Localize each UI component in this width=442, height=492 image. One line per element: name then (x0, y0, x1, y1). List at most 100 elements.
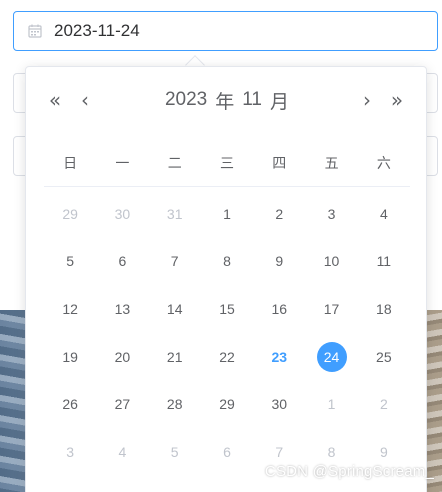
weekday-label: 三 (219, 155, 234, 171)
date-cell[interactable]: 11 (358, 238, 410, 286)
date-number: 5 (170, 443, 179, 460)
date-cell[interactable]: 1 (201, 190, 253, 238)
date-cell[interactable]: 2 (358, 380, 410, 428)
date-number: 20 (114, 348, 131, 365)
date-cell[interactable]: 19 (44, 333, 96, 381)
next-month-button[interactable]: › (356, 85, 378, 115)
date-cell[interactable]: 4 (96, 428, 148, 476)
date-cell[interactable]: 7 (149, 238, 201, 286)
date-number: 15 (219, 300, 235, 317)
date-number: 30 (271, 396, 288, 413)
date-number: 24 (316, 341, 347, 372)
date-number: 16 (271, 300, 288, 317)
date-cell[interactable]: 15 (201, 285, 253, 333)
prev-month-button[interactable]: ‹ (74, 85, 96, 115)
date-number: 2 (379, 396, 388, 413)
date-cell[interactable]: 29 (201, 380, 253, 428)
weekday-label: 日 (63, 155, 78, 171)
date-number: 4 (118, 443, 127, 460)
date-cell[interactable]: 6 (96, 238, 148, 286)
date-number: 17 (323, 300, 340, 317)
date-cell[interactable]: 16 (253, 285, 305, 333)
date-number: 11 (376, 253, 392, 270)
picker-header: « ‹ 2023 年 11 月 › » (26, 85, 428, 115)
date-number: 27 (114, 396, 131, 413)
date-number: 31 (166, 205, 183, 222)
prev-year-button[interactable]: « (44, 85, 66, 115)
date-number: 8 (223, 253, 231, 270)
weekday-label: 四 (272, 155, 287, 171)
date-number: 3 (66, 443, 75, 460)
date-cell[interactable]: 12 (44, 285, 96, 333)
date-cell[interactable]: 3 (44, 428, 96, 476)
date-cell[interactable]: 9 (253, 238, 305, 286)
date-number: 23 (271, 348, 288, 365)
date-cell[interactable]: 22 (201, 333, 253, 381)
date-number: 29 (62, 205, 78, 222)
date-cell[interactable]: 14 (149, 285, 201, 333)
date-number: 21 (166, 348, 183, 365)
date-number: 28 (166, 396, 183, 413)
date-picker-panel: « ‹ 2023 年 11 月 › » 日一二三四五六 29 30 31 1 2 3 4 5 6… (25, 66, 427, 492)
month-unit: 月 (270, 91, 290, 113)
date-number: 29 (219, 396, 235, 413)
weekday-label: 二 (167, 155, 182, 171)
date-number: 3 (327, 205, 336, 222)
date-number: 30 (114, 205, 131, 222)
date-number: 13 (114, 300, 131, 317)
date-cell[interactable]: 18 (358, 285, 410, 333)
date-number: 14 (166, 300, 183, 317)
weekday-label: 六 (376, 155, 391, 171)
weekday-label: 五 (324, 155, 339, 171)
date-number: 26 (62, 396, 78, 413)
date-cell[interactable]: 27 (96, 380, 148, 428)
date-input[interactable]: 2023-11-24 (13, 11, 438, 51)
date-cell[interactable]: 10 (305, 238, 357, 286)
date-cell[interactable]: 29 (44, 190, 96, 238)
date-number: 5 (66, 253, 75, 270)
date-number: 10 (323, 253, 340, 270)
date-number: 7 (170, 253, 179, 270)
date-number: 9 (275, 253, 284, 270)
date-number: 2 (275, 205, 284, 222)
date-number: 22 (219, 348, 235, 365)
date-cell[interactable]: 21 (149, 333, 201, 381)
date-cell[interactable]: 24 (305, 333, 357, 381)
date-number: 1 (223, 205, 231, 222)
year-unit: 年 (215, 91, 235, 113)
date-cell[interactable]: 4 (358, 190, 410, 238)
next-year-button[interactable]: » (386, 85, 408, 115)
date-cell[interactable]: 28 (149, 380, 201, 428)
date-cell[interactable]: 31 (149, 190, 201, 238)
date-number: 1 (327, 396, 336, 413)
screen: 2023-11-24 « ‹ 2023 年 11 月 › » 日一二三四五六 2… (0, 0, 442, 492)
weekday-header: 日一二三四五六 (44, 151, 410, 187)
watermark: CSDN @SpringScream_ (264, 463, 434, 480)
calendar-icon (28, 24, 42, 38)
date-cell[interactable]: 20 (96, 333, 148, 381)
date-grid: 29 30 31 1 2 3 4 5 6 7 8 9 10 11 12 13 14 15 16 17 18 19 20 21 2… (44, 190, 410, 476)
date-cell[interactable]: 13 (96, 285, 148, 333)
date-cell[interactable]: 30 (253, 380, 305, 428)
date-cell[interactable]: 8 (201, 238, 253, 286)
date-cell[interactable]: 17 (305, 285, 357, 333)
date-input-value: 2023-11-24 (54, 21, 140, 40)
weekday-label: 一 (115, 155, 130, 171)
date-cell[interactable]: 5 (149, 428, 201, 476)
date-cell[interactable]: 30 (96, 190, 148, 238)
date-cell[interactable]: 25 (358, 333, 410, 381)
month-label[interactable]: 11 (242, 89, 262, 111)
date-cell[interactable]: 23 (253, 333, 305, 381)
date-number: 4 (379, 205, 388, 222)
date-cell[interactable]: 5 (44, 238, 96, 286)
date-cell[interactable]: 26 (44, 380, 96, 428)
date-number: 25 (376, 348, 392, 365)
date-number: 6 (118, 253, 127, 270)
year-label[interactable]: 2023 (165, 89, 207, 111)
date-cell[interactable]: 1 (305, 380, 357, 428)
date-number: 6 (223, 443, 231, 460)
date-cell[interactable]: 3 (305, 190, 357, 238)
date-cell[interactable]: 6 (201, 428, 253, 476)
date-cell[interactable]: 2 (253, 190, 305, 238)
date-number: 19 (62, 348, 78, 365)
